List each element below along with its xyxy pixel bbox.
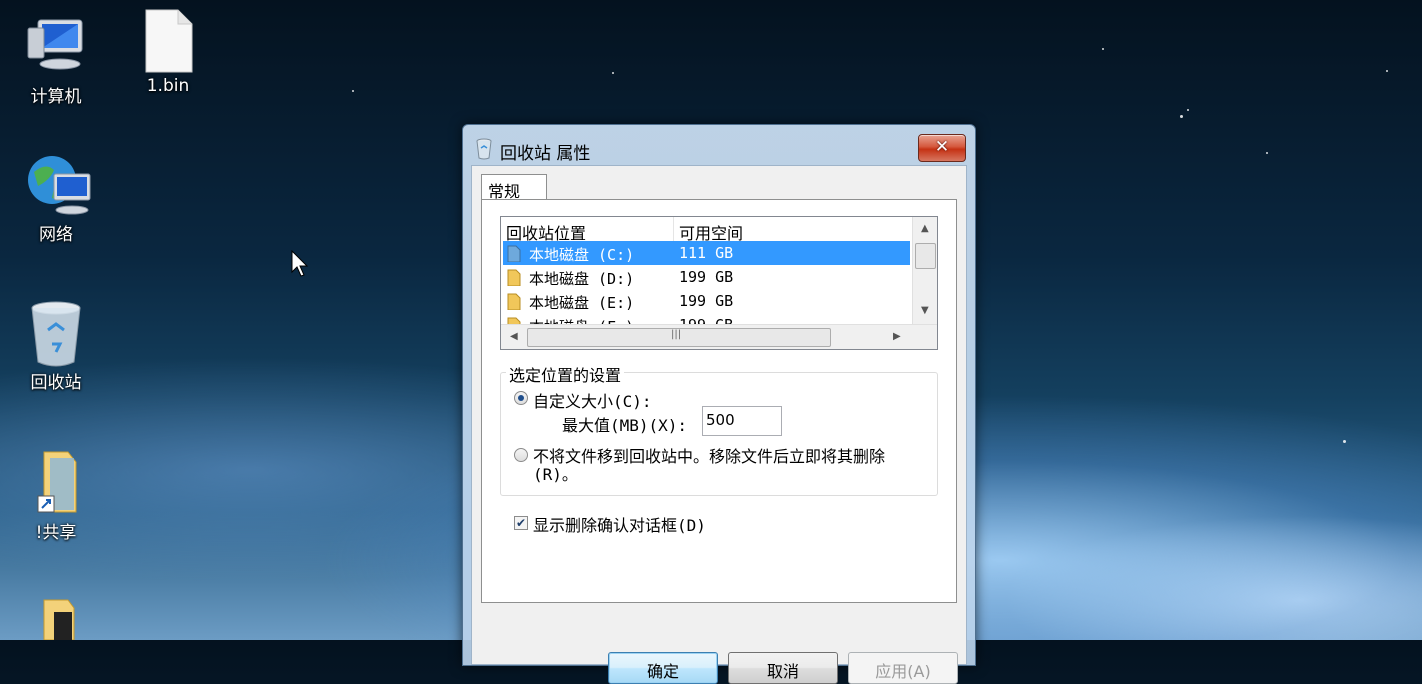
column-divider[interactable]: [673, 217, 674, 241]
network-icon: [24, 152, 91, 216]
ok-button[interactable]: 确定: [608, 652, 718, 684]
vertical-scrollbar[interactable]: ▲ ▼: [912, 217, 937, 324]
title-bar[interactable]: 回收站 属性 ✕: [463, 125, 975, 165]
confirm-delete-label[interactable]: 显示删除确认对话框(D): [533, 512, 706, 536]
scroll-right-icon[interactable]: ▶: [893, 331, 901, 342]
apply-button-label: 应用(A): [875, 662, 931, 681]
max-size-label: 最大值(MB)(X):: [562, 416, 688, 435]
drive-free-space: 199 GB: [679, 268, 734, 286]
max-size-input[interactable]: 500: [702, 406, 782, 436]
star: [612, 72, 614, 74]
file-icon: [136, 8, 200, 73]
list-item-drive-e[interactable]: 本地磁盘 (E:) 199 GB: [503, 289, 910, 313]
close-button[interactable]: ✕: [918, 134, 966, 162]
list-item-drive-d[interactable]: 本地磁盘 (D:) 199 GB: [503, 265, 910, 289]
delete-immediately-radio[interactable]: [514, 448, 528, 462]
dialog-title: 回收站 属性: [500, 144, 591, 164]
cancel-button-label: 取消: [766, 662, 799, 681]
mouse-cursor-icon: [291, 249, 309, 282]
desktop-icon-folder[interactable]: [6, 598, 106, 662]
desktop-icon-network[interactable]: 网络: [6, 152, 106, 245]
star: [1102, 48, 1104, 50]
desktop-icon-label: !共享: [35, 523, 77, 543]
desktop-icon-label: 计算机: [30, 87, 82, 107]
scroll-down-icon[interactable]: ▼: [921, 305, 929, 316]
desktop-icon-file[interactable]: 1.bin: [118, 8, 218, 96]
tab-general[interactable]: 常规: [481, 174, 547, 201]
desktop-icon-recycle-bin[interactable]: 回收站: [6, 300, 106, 393]
star: [1343, 440, 1346, 443]
desktop-icon-label: 回收站: [30, 373, 82, 393]
drive-free-space: 111 GB: [679, 244, 734, 262]
cancel-button[interactable]: 取消: [728, 652, 838, 684]
recycle-bin-icon: [24, 300, 88, 367]
list-item-drive-c[interactable]: 本地磁盘 (C:) 111 GB: [503, 241, 910, 265]
drive-folder-icon: [506, 292, 522, 311]
star: [1187, 109, 1189, 111]
star: [352, 90, 354, 92]
scroll-up-icon[interactable]: ▲: [921, 223, 929, 234]
list-header: 回收站位置 可用空间: [501, 217, 911, 243]
star: [1266, 152, 1268, 154]
recycle-location-list[interactable]: 回收站位置 可用空间 本地磁盘 (C:) 111 GB 本地磁盘 (D:) 19…: [500, 216, 938, 350]
desktop-icon-label: 1.bin: [146, 76, 190, 96]
custom-size-radio[interactable]: [514, 391, 528, 405]
vertical-scroll-thumb[interactable]: [915, 243, 936, 269]
scroll-grip: |||: [671, 329, 682, 340]
desktop-icon-computer[interactable]: 计算机: [6, 14, 106, 107]
star: [1180, 115, 1183, 118]
confirm-delete-checkbox[interactable]: ✔: [514, 516, 528, 530]
folder-icon: [24, 598, 88, 662]
star: [1386, 70, 1388, 72]
delete-immediately-label-cont[interactable]: (R)。: [533, 461, 578, 485]
scroll-left-icon[interactable]: ◀: [510, 331, 518, 342]
recycle-bin-icon: [475, 138, 493, 164]
delete-immediately-label[interactable]: 不将文件移到回收站中。移除文件后立即将其删除: [533, 443, 885, 467]
dialog-client-area: 常规 回收站位置 可用空间 本地磁盘 (C:) 111 GB 本地磁盘 (D:)…: [471, 165, 967, 684]
custom-size-label[interactable]: 自定义大小(C):: [533, 388, 652, 412]
drive-folder-icon: [506, 244, 522, 263]
apply-button[interactable]: 应用(A): [848, 652, 958, 684]
drive-name: 本地磁盘 (D:): [529, 270, 635, 288]
drive-folder-icon: [506, 268, 522, 287]
close-icon: ✕: [934, 137, 950, 157]
shared-folder-icon: [24, 450, 88, 514]
computer-icon: [24, 14, 88, 78]
desktop-icon-shared[interactable]: !共享: [6, 450, 106, 543]
max-size-value: 500: [706, 411, 735, 429]
drive-free-space: 199 GB: [679, 292, 734, 310]
drive-name: 本地磁盘 (E:): [529, 294, 635, 312]
drive-name: 本地磁盘 (C:): [529, 246, 635, 264]
desktop-icon-label: 网络: [39, 225, 73, 245]
ok-button-label: 确定: [646, 662, 679, 681]
horizontal-scroll-thumb[interactable]: |||: [527, 328, 831, 347]
settings-group-title: 选定位置的设置: [506, 362, 625, 386]
horizontal-scrollbar[interactable]: ◀ ||| ▶: [501, 324, 937, 349]
tab-page-general: 回收站位置 可用空间 本地磁盘 (C:) 111 GB 本地磁盘 (D:) 19…: [481, 199, 957, 603]
recycle-bin-properties-dialog: 回收站 属性 ✕ 常规 回收站位置 可用空间 本地磁盘 (C:) 111 GB …: [462, 124, 976, 684]
